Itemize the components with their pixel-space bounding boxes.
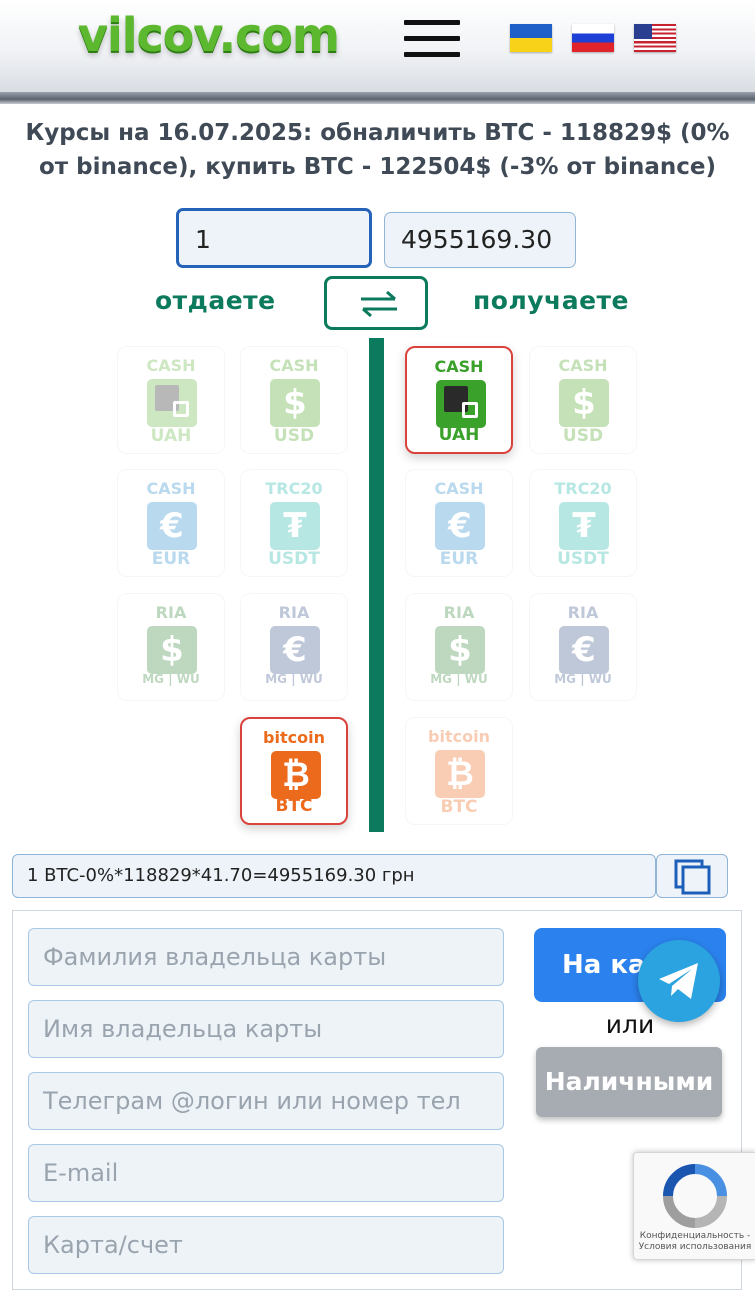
- tile-top-label: bitcoin: [428, 727, 490, 746]
- tile-top-label: CASH: [558, 356, 608, 375]
- tile-top-label: CASH: [434, 479, 484, 498]
- tile-bottom-label: USD: [273, 426, 315, 446]
- give-currency-tile[interactable]: CASH UAH: [117, 346, 225, 454]
- euro-icon: €: [559, 626, 609, 674]
- get-currency-tile[interactable]: CASH € EUR: [405, 469, 513, 577]
- flag-us-icon[interactable]: [634, 24, 676, 52]
- get-currency-tile[interactable]: bitcoin ₿ BTC: [405, 717, 513, 825]
- euro-icon: €: [147, 502, 197, 550]
- get-currency-tile[interactable]: RIA $ MG | WU: [405, 593, 513, 701]
- exchange-rates-text: Курсы на 16.07.2025: обналичить BTC - 11…: [25, 120, 730, 180]
- tile-bottom-label: MG | WU: [430, 672, 488, 686]
- tile-bottom-label: EUR: [151, 549, 191, 569]
- tether-icon: ₮: [559, 502, 609, 550]
- give-currency-tile[interactable]: CASH € EUR: [117, 469, 225, 577]
- tile-top-label: CASH: [434, 357, 484, 376]
- tile-bottom-label: UAH: [438, 425, 480, 445]
- column-divider: [369, 338, 384, 832]
- tile-bottom-label: USD: [562, 426, 604, 446]
- dollar-icon: $: [559, 379, 609, 427]
- flag-ru-icon[interactable]: [572, 24, 614, 52]
- tile-bottom-label: BTC: [275, 796, 313, 816]
- get-currency-tile[interactable]: CASH $ USD: [529, 346, 637, 454]
- get-currency-tile[interactable]: CASH UAH: [405, 346, 513, 454]
- calculation-field[interactable]: 1 BTC-0%*118829*41.70=4955169.30 грн: [12, 854, 656, 898]
- flag-ua-icon[interactable]: [510, 24, 552, 52]
- tile-bottom-label: USDT: [268, 549, 320, 569]
- card-owner-surname-input[interactable]: [28, 928, 504, 986]
- swap-arrows-icon: [361, 291, 397, 317]
- euro-icon: €: [435, 502, 485, 550]
- hamburger-menu-icon[interactable]: [404, 20, 460, 60]
- tile-bottom-label: USDT: [557, 549, 609, 569]
- tile-top-label: bitcoin: [263, 728, 325, 747]
- give-currency-tile[interactable]: CASH $ USD: [240, 346, 348, 454]
- tether-icon: ₮: [270, 502, 320, 550]
- give-amount-input[interactable]: 1: [176, 208, 372, 268]
- dollar-icon: $: [435, 626, 485, 674]
- tile-bottom-label: MG | WU: [554, 672, 612, 686]
- bitcoin-icon: ₿: [271, 751, 321, 799]
- tile-bottom-label: BTC: [440, 797, 478, 817]
- tile-top-label: RIA: [155, 603, 187, 622]
- tile-bottom-label: MG | WU: [142, 672, 200, 686]
- bitcoin-icon: ₿: [435, 750, 485, 798]
- monobank-card-icon: [147, 379, 197, 427]
- give-currency-tile[interactable]: bitcoin ₿ BTC: [240, 717, 348, 825]
- tile-top-label: RIA: [443, 603, 475, 622]
- give-currency-tile[interactable]: RIA $ MG | WU: [117, 593, 225, 701]
- recaptcha-badge[interactable]: Конфиденциальность - Условия использован…: [633, 1152, 755, 1260]
- swap-button[interactable]: [324, 276, 428, 330]
- card-owner-name-input[interactable]: [28, 1000, 504, 1058]
- telegram-button[interactable]: [638, 940, 720, 1022]
- tile-top-label: RIA: [278, 603, 310, 622]
- tile-top-label: CASH: [269, 356, 319, 375]
- recaptcha-text: Конфиденциальность - Условия использован…: [638, 1231, 752, 1252]
- card-account-input[interactable]: [28, 1216, 504, 1274]
- get-label: получаете: [473, 286, 629, 315]
- tile-bottom-label: MG | WU: [265, 672, 323, 686]
- email-input[interactable]: [28, 1144, 504, 1202]
- tile-top-label: CASH: [146, 479, 196, 498]
- give-currency-tile[interactable]: RIA € MG | WU: [240, 593, 348, 701]
- dollar-icon: $: [147, 626, 197, 674]
- tile-top-label: TRC20: [554, 479, 612, 498]
- telegram-input[interactable]: [28, 1072, 504, 1130]
- site-logo[interactable]: vilcov.com: [78, 8, 340, 62]
- site-header: vilcov.com: [0, 0, 755, 92]
- tile-top-label: RIA: [567, 603, 599, 622]
- get-currency-tile[interactable]: RIA € MG | WU: [529, 593, 637, 701]
- euro-icon: €: [270, 626, 320, 674]
- get-currency-tile[interactable]: TRC20 ₮ USDT: [529, 469, 637, 577]
- give-label: отдаете: [155, 286, 276, 315]
- tile-top-label: TRC20: [265, 479, 323, 498]
- tile-top-label: CASH: [146, 356, 196, 375]
- cash-button[interactable]: Наличными: [536, 1047, 722, 1117]
- tile-bottom-label: EUR: [439, 549, 479, 569]
- tile-bottom-label: UAH: [150, 426, 192, 446]
- get-amount-input[interactable]: 4955169.30: [384, 212, 576, 268]
- recaptcha-icon: [663, 1164, 727, 1228]
- telegram-icon: [659, 963, 698, 999]
- copy-icon: [674, 859, 711, 895]
- monobank-card-icon: [436, 380, 486, 428]
- header-divider: [0, 92, 755, 104]
- dollar-icon: $: [270, 379, 320, 427]
- give-currency-tile[interactable]: TRC20 ₮ USDT: [240, 469, 348, 577]
- copy-button[interactable]: [656, 854, 728, 898]
